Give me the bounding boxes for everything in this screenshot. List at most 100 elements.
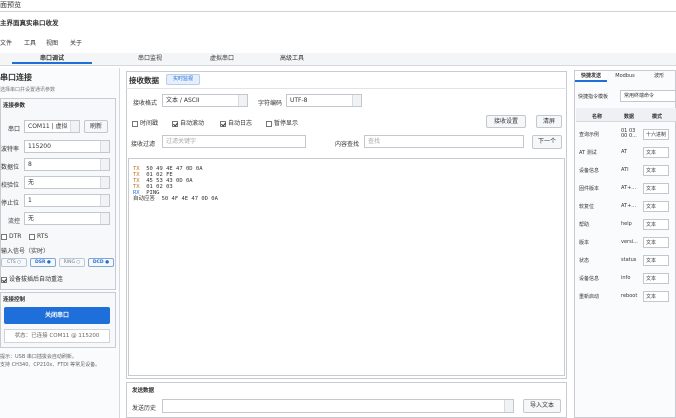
menu-view[interactable]: 视图 — [46, 38, 58, 47]
main-tab-bar — [0, 53, 676, 66]
receive-settings-button[interactable]: 接收设置 — [486, 115, 526, 128]
filter-label: 接收过滤 — [131, 141, 156, 148]
mode-select[interactable]: 文本 — [643, 218, 669, 230]
pause-checkbox[interactable]: 暂停显示 — [266, 118, 298, 127]
stopbits-label: 停止位 — [1, 200, 20, 207]
checkbox-checked-icon — [220, 120, 226, 127]
cmd-name: 重新启动 — [579, 293, 600, 300]
chevron-down-icon — [352, 95, 361, 106]
table-row[interactable]: 帮助 help 文本 — [577, 215, 671, 233]
parity-select[interactable]: 无 — [24, 176, 110, 189]
mode-select[interactable]: 文本 — [643, 290, 669, 302]
table-row[interactable]: 固件版本 AT+... 文本 — [577, 179, 671, 197]
window-title-top: 面预览 — [0, 1, 21, 9]
stopbits-select[interactable]: 1 — [24, 194, 110, 207]
menu-file[interactable]: 文件 — [0, 38, 12, 47]
cmd-data: AT — [621, 149, 628, 155]
checkbox-checked-icon — [1, 276, 7, 283]
checkbox-icon — [132, 120, 138, 127]
table-row[interactable]: 状态 status 文本 — [577, 251, 671, 269]
mode-select[interactable]: 文本 — [643, 182, 669, 194]
mode-select[interactable]: 文本 — [643, 200, 669, 212]
mode-select[interactable]: 文本 — [643, 164, 669, 176]
cmd-name: 查询示例 — [579, 131, 600, 138]
port-select[interactable]: COM11 | 虚拟 — [24, 120, 80, 133]
table-row[interactable]: 版本 versi... 文本 — [577, 233, 671, 251]
close-port-button[interactable]: 关闭串口 — [4, 307, 110, 324]
cmd-data: help — [621, 221, 632, 227]
tab-virtual-serial[interactable]: 虚拟串口 — [182, 54, 262, 64]
cmd-data: AT+... — [621, 185, 637, 191]
auto-reconnect-label: 设备拔插后自动重连 — [9, 276, 64, 283]
tab-serial-monitor[interactable]: 串口监视 — [110, 54, 190, 64]
tab-waveform[interactable]: 波形 — [643, 71, 675, 82]
receive-log-area[interactable]: TX 50 49 4E 47 0D 0A TX 01 02 FE TX 45 5… — [128, 158, 565, 376]
menu-about[interactable]: 关于 — [70, 38, 82, 47]
stopbits-value: 1 — [28, 197, 32, 204]
mode-select[interactable]: 十六进制 — [643, 128, 669, 140]
table-row[interactable]: 设备信息 ATI 文本 — [577, 161, 671, 179]
input-signals-label: 输入信号（实时） — [1, 248, 50, 255]
send-history-select[interactable] — [162, 399, 514, 413]
dtr-checkbox[interactable]: DTR — [1, 233, 21, 240]
receive-format-value: 文本 / ASCII — [166, 97, 200, 104]
table-row[interactable]: AT 测试 AT 文本 — [577, 143, 671, 161]
signal-ring: RING ○ — [59, 258, 85, 267]
connection-status: 状态：已连接 COM11 @ 115200 — [4, 329, 110, 343]
live-badge: 实时监视 — [166, 74, 200, 85]
autolog-checkbox[interactable]: 自动日志 — [220, 118, 252, 127]
receive-format-select[interactable]: 文本 / ASCII — [162, 94, 248, 107]
mode-select[interactable]: 文本 — [643, 254, 669, 266]
flow-select[interactable]: 无 — [24, 212, 110, 225]
tab-quick-send[interactable]: 快捷发送 — [575, 71, 607, 82]
cmd-data: versi... — [621, 239, 638, 245]
table-row[interactable]: 重新启动 reboot 文本 — [577, 287, 671, 305]
autoscroll-checkbox[interactable]: 自动滚动 — [172, 118, 204, 127]
timestamp-checkbox[interactable]: 时间戳 — [132, 118, 158, 127]
table-row[interactable]: 软复位 AT+... 文本 — [577, 197, 671, 215]
encoding-value: UTF-8 — [290, 97, 308, 104]
tab-advanced-tools[interactable]: 高级工具 — [252, 54, 332, 64]
cmd-name: 状态 — [579, 257, 590, 264]
filter-input[interactable]: 过滤关键字 — [162, 135, 306, 148]
timestamp-label: 时间戳 — [140, 120, 159, 127]
auto-reconnect-checkbox[interactable]: 设备拔插后自动重连 — [1, 274, 63, 283]
encoding-select[interactable]: UTF-8 — [286, 94, 362, 107]
send-history-label: 发送历史 — [132, 405, 157, 412]
chevron-down-icon — [70, 121, 79, 132]
find-next-button[interactable]: 下一个 — [532, 135, 562, 149]
mode-select[interactable]: 文本 — [643, 146, 669, 158]
menu-tools[interactable]: 工具 — [24, 38, 36, 47]
refresh-button[interactable]: 刷新 — [84, 120, 108, 133]
port-label: 串口 — [8, 126, 21, 133]
checkbox-icon — [29, 233, 35, 240]
cmd-name: 版本 — [579, 239, 590, 246]
cmd-name: 设备信息 — [579, 275, 600, 282]
parity-label: 校验位 — [1, 182, 20, 189]
clear-button[interactable]: 清屏 — [536, 115, 562, 128]
databits-value: 8 — [28, 161, 32, 168]
cmd-data: AT+... — [621, 203, 637, 209]
tab-modbus[interactable]: Modbus — [609, 71, 641, 82]
import-text-button[interactable]: 导入文本 — [523, 399, 561, 413]
rts-checkbox[interactable]: RTS — [29, 233, 48, 240]
tab-serial-debug[interactable]: 串口调试 — [12, 54, 92, 64]
dtr-label: DTR — [9, 233, 22, 240]
cmd-name: 固件版本 — [579, 185, 600, 192]
send-title: 发送数据 — [132, 388, 155, 394]
window-title-main: 主界面真实串口收发 — [0, 19, 59, 27]
rts-label: RTS — [37, 233, 49, 240]
connection-subheading: 选择串口并设置通讯参数 — [0, 87, 56, 93]
databits-select[interactable]: 8 — [24, 158, 110, 171]
chevron-down-icon — [238, 95, 247, 106]
mode-select[interactable]: 文本 — [643, 236, 669, 248]
baud-select[interactable]: 115200 — [24, 140, 110, 153]
table-row[interactable]: 查询示例 01 03 00 0... 十六进制 — [577, 125, 671, 143]
cmd-name: AT 测试 — [579, 149, 597, 156]
chevron-down-icon — [100, 177, 109, 188]
table-row[interactable]: 设备信息 info 文本 — [577, 269, 671, 287]
mode-select[interactable]: 文本 — [643, 272, 669, 284]
search-input[interactable]: 查找 — [364, 135, 524, 148]
databits-label: 数据位 — [1, 164, 20, 171]
template-select[interactable]: 常用终端命令 — [620, 90, 676, 102]
